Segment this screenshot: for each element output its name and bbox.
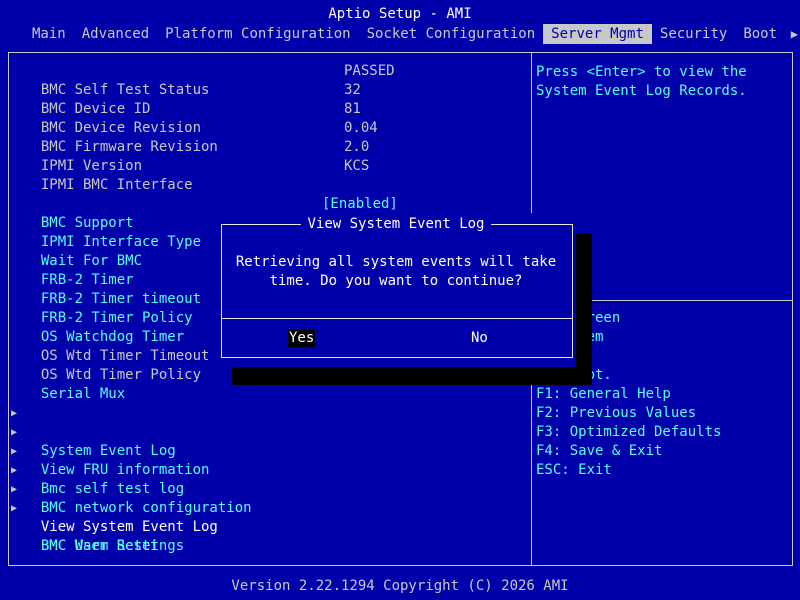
app-title: Aptio Setup - AMI — [328, 6, 472, 22]
option-os-watchdog-timer[interactable]: OS Watchdog Timer — [24, 309, 184, 345]
tab-scroll-right-icon[interactable]: ▶ — [791, 24, 798, 44]
info-label: IPMI BMC Interface — [40, 177, 193, 193]
info-value: PASSED — [344, 63, 395, 79]
submenu-label[interactable]: BMC Warm Reset — [41, 538, 159, 554]
option-os-wtd-timer-timeout: OS Wtd Timer Timeout — [24, 328, 210, 364]
submenu-system-event-log[interactable]: ▶ System Event Log — [11, 404, 176, 459]
option-bmc-support[interactable]: BMC Support [Enabled] — [24, 195, 398, 231]
yes-button[interactable]: Yes — [288, 329, 316, 347]
submenu-view-system-event-log[interactable]: ▶ View System Event Log — [11, 480, 218, 535]
info-value: 0.04 — [344, 120, 378, 136]
info-row-bmc-self-test-status: BMC Self Test Status PASSED — [24, 62, 395, 98]
info-row-ipmi-version: IPMI Version 2.0 — [24, 138, 369, 174]
key-legend-item: F4: Save & Exit — [536, 443, 663, 459]
key-legend-item: F1: General Help — [536, 386, 671, 402]
dialog-separator — [221, 318, 573, 319]
option-wait-for-bmc[interactable]: Wait For BMC — [24, 233, 142, 269]
version-text: Version 2.22.1294 Copyright (C) 2026 AMI — [231, 578, 569, 594]
no-button[interactable]: No — [471, 329, 488, 347]
dialog-title: View System Event Log — [216, 215, 576, 233]
submenu-arrow-icon: ▶ — [10, 503, 18, 514]
key-legend-item: F2: Previous Values — [536, 405, 697, 421]
dialog-title-text: View System Event Log — [301, 216, 491, 232]
info-row-bmc-device-revision: BMC Device Revision 81 — [24, 100, 361, 136]
key-legend-item: ESC: Exit — [536, 462, 612, 478]
tab-main[interactable]: Main — [24, 24, 74, 44]
key-legend-item: F3: Optimized Defaults — [536, 424, 722, 440]
submenu-bmc-user-settings[interactable]: ▶ BMC User Settings — [11, 499, 184, 554]
top-bar: Aptio Setup - AMI Main Advanced Platform… — [0, 0, 800, 44]
tab-security[interactable]: Security — [652, 24, 735, 44]
submenu-bmc-self-test-log[interactable]: ▶ Bmc self test log — [11, 442, 184, 497]
info-row-bmc-device-id: BMC Device ID 32 — [24, 81, 361, 117]
submenu-arrow-icon: ▶ — [10, 465, 18, 476]
submenu-bmc-warm-reset[interactable]: BMC Warm Reset — [24, 518, 159, 554]
option-frb2-timer-timeout[interactable]: FRB-2 Timer timeout — [24, 271, 201, 307]
dialog-frame — [221, 224, 573, 358]
info-row-ipmi-bmc-interface: IPMI BMC Interface KCS — [24, 157, 369, 193]
option-value[interactable]: [Enabled] — [322, 195, 398, 214]
option-frb2-timer-policy[interactable]: FRB-2 Timer Policy — [24, 290, 193, 326]
tab-bar: Main Advanced Platform Configuration Soc… — [24, 24, 785, 44]
info-value: KCS — [344, 158, 370, 174]
submenu-bmc-network-configuration[interactable]: ▶ BMC network configuration — [11, 461, 252, 516]
info-value: 2.0 — [344, 139, 370, 155]
info-value: 32 — [344, 82, 361, 98]
tab-server-mgmt[interactable]: Server Mgmt — [543, 24, 652, 44]
info-value: 81 — [344, 101, 361, 117]
submenu-arrow-icon: ▶ — [10, 427, 18, 438]
submenu-view-fru-information[interactable]: ▶ View FRU information — [11, 423, 209, 478]
tab-advanced[interactable]: Advanced — [74, 24, 157, 44]
help-text: Press <Enter> to view the System Event L… — [536, 64, 747, 99]
option-label[interactable]: Serial Mux — [41, 386, 125, 402]
info-row-bmc-firmware-revision: BMC Firmware Revision 0.04 — [24, 119, 378, 155]
tab-boot[interactable]: Boot — [735, 24, 785, 44]
submenu-arrow-icon: ▶ — [10, 446, 18, 457]
tab-socket-configuration[interactable]: Socket Configuration — [359, 24, 544, 44]
submenu-arrow-icon: ▶ — [10, 484, 18, 495]
footer-bar: Version 2.22.1294 Copyright (C) 2026 AMI — [0, 574, 800, 600]
option-ipmi-interface-type[interactable]: IPMI Interface Type — [24, 214, 201, 250]
option-os-wtd-timer-policy: OS Wtd Timer Policy — [24, 347, 201, 383]
tab-platform-configuration[interactable]: Platform Configuration — [157, 24, 358, 44]
option-serial-mux[interactable]: Serial Mux — [24, 366, 125, 402]
option-frb2-timer[interactable]: FRB-2 Timer — [24, 252, 134, 288]
dialog-message: Retrieving all system events will take t… — [235, 254, 557, 289]
submenu-arrow-icon: ▶ — [10, 408, 18, 419]
